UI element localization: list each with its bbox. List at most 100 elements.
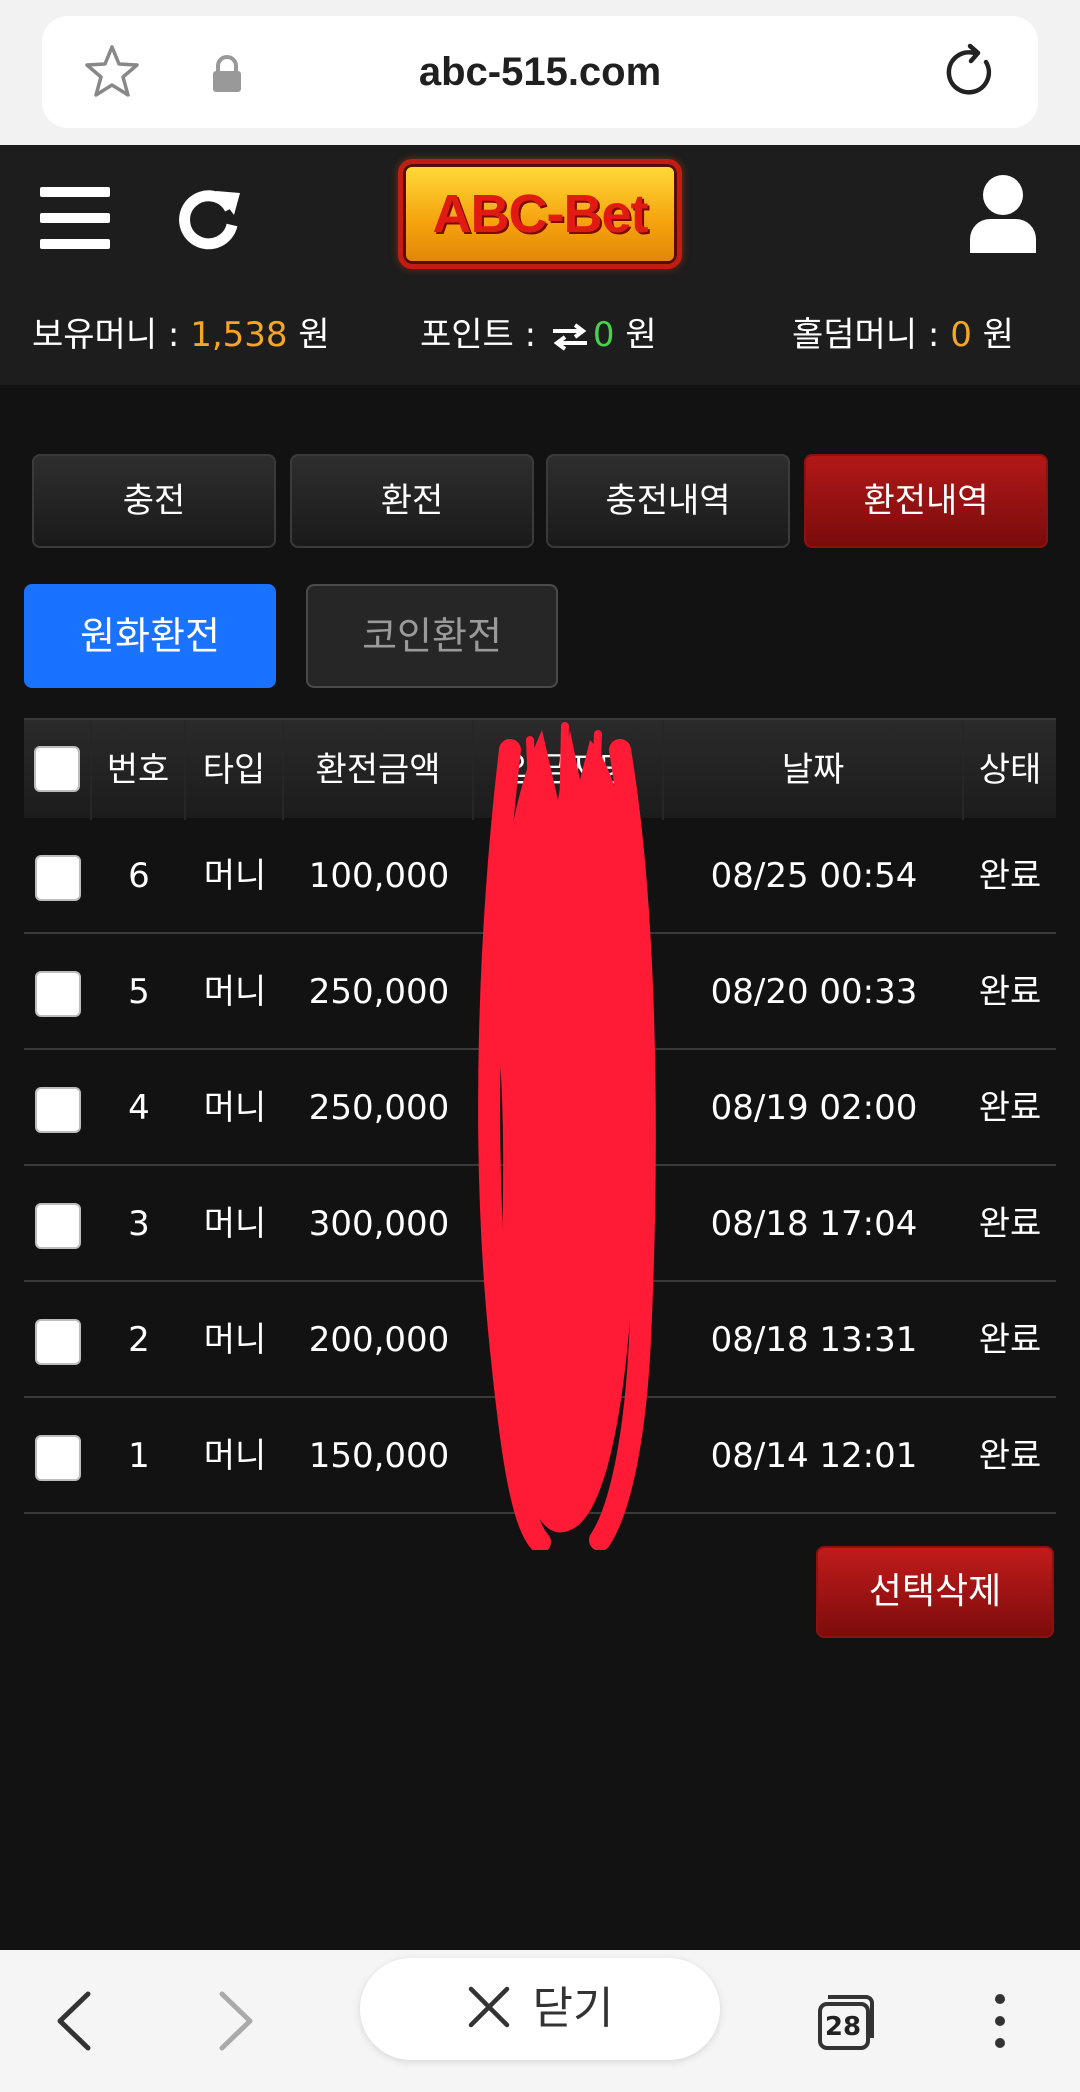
- row-num: 5: [128, 972, 150, 1012]
- site-logo[interactable]: ABC-Bet: [398, 159, 682, 269]
- row-status: 완료: [978, 1436, 1042, 1476]
- money-label: 보유머니 :: [32, 315, 191, 355]
- row-checkbox[interactable]: [35, 1318, 81, 1365]
- money-balance: 보유머니 : 1,538 원: [32, 305, 330, 365]
- table-header: 번호 타입 환전금액 입금자명 날짜 상태: [24, 718, 1056, 820]
- table-row: 4 머니 250,000 08/19 02:00 완료: [24, 1050, 1056, 1166]
- row-status: 완료: [978, 1088, 1042, 1128]
- row-check-cell: [24, 1398, 92, 1514]
- table-row: 5 머니 250,000 08/20 00:33 완료: [24, 934, 1056, 1050]
- url-text[interactable]: abc-515.com: [42, 16, 1038, 128]
- header-type: 타입: [186, 720, 284, 820]
- hamburger-icon[interactable]: [40, 187, 110, 249]
- row-date: 08/25 00:54: [710, 856, 918, 896]
- row-date: 08/14 12:01: [710, 1436, 918, 1476]
- row-status: 완료: [978, 1204, 1042, 1244]
- row-date: 08/19 02:00: [710, 1088, 918, 1128]
- row-amount: 250,000: [308, 972, 450, 1012]
- row-amount: 150,000: [308, 1436, 450, 1476]
- select-all-cell: [24, 720, 92, 820]
- point-value: 0: [592, 315, 615, 355]
- row-type: 머니: [203, 1088, 267, 1128]
- select-all-checkbox[interactable]: [34, 745, 80, 792]
- chevron-left-icon[interactable]: [52, 1990, 98, 2052]
- site-header: ABC-Bet 보유머니 : 1,538 원 포인트 : 0 원 홀덤머니 : …: [0, 145, 1080, 385]
- row-amount: 100,000: [308, 856, 450, 896]
- swap-icon[interactable]: [551, 322, 589, 351]
- row-amount: 250,000: [308, 1088, 450, 1128]
- table-row: 1 머니 150,000 08/14 12:01 완료: [24, 1398, 1056, 1514]
- row-num: 4: [128, 1088, 150, 1128]
- tab-count: 28: [824, 2012, 862, 2042]
- header-num: 번호: [92, 720, 186, 820]
- table-row: 6 머니 100,000 08/25 00:54 완료: [24, 818, 1056, 934]
- row-check-cell: [24, 1050, 92, 1166]
- row-type: 머니: [203, 1320, 267, 1360]
- delete-selected-button[interactable]: 선택삭제: [816, 1546, 1054, 1638]
- user-icon[interactable]: [968, 173, 1038, 253]
- row-amount: 300,000: [308, 1204, 450, 1244]
- header-depositor-name: 입금자명: [474, 720, 664, 820]
- tabs-icon[interactable]: 28: [816, 1992, 876, 2052]
- row-checkbox[interactable]: [35, 1434, 81, 1481]
- subtab-krw-withdraw[interactable]: 원화환전: [24, 584, 276, 688]
- row-amount: 200,000: [308, 1320, 450, 1360]
- tab-deposit-history[interactable]: 충전내역: [546, 454, 790, 548]
- row-type: 머니: [203, 1204, 267, 1244]
- row-num: 2: [128, 1320, 150, 1360]
- row-status: 완료: [978, 972, 1042, 1012]
- row-check-cell: [24, 934, 92, 1050]
- row-checkbox[interactable]: [35, 970, 81, 1017]
- row-num: 1: [128, 1436, 150, 1476]
- withdraw-history-table: 번호 타입 환전금액 입금자명 날짜 상태 6 머니 100,000 08/25…: [24, 718, 1056, 1514]
- row-date: 08/18 13:31: [710, 1320, 918, 1360]
- table-row: 2 머니 200,000 08/18 13:31 완료: [24, 1282, 1056, 1398]
- money-value: 1,538: [190, 315, 288, 355]
- table-body: 6 머니 100,000 08/25 00:54 완료 5 머니 250,000…: [24, 818, 1056, 1514]
- point-label: 포인트 :: [420, 315, 547, 355]
- browser-url-bar: abc-515.com: [0, 0, 1080, 145]
- header-date: 날짜: [664, 720, 964, 820]
- row-depositor-name: [474, 1050, 664, 1166]
- close-label: 닫기: [532, 1983, 614, 2034]
- holdem-balance: 홀덤머니 : 0 원: [792, 305, 1014, 365]
- point-balance: 포인트 : 0 원: [420, 305, 657, 365]
- chevron-right-icon[interactable]: [212, 1990, 258, 2052]
- table-row: 3 머니 300,000 08/18 17:04 완료: [24, 1166, 1056, 1282]
- tab-deposit[interactable]: 충전: [32, 454, 276, 548]
- row-type: 머니: [203, 856, 267, 896]
- reload-icon[interactable]: [940, 42, 1000, 102]
- holdem-label: 홀덤머니 :: [792, 315, 951, 355]
- row-checkbox[interactable]: [35, 854, 81, 901]
- row-status: 완료: [978, 856, 1042, 896]
- header-status: 상태: [978, 750, 1042, 790]
- row-date: 08/20 00:33: [710, 972, 918, 1012]
- row-checkbox[interactable]: [35, 1086, 81, 1133]
- balance-row: 보유머니 : 1,538 원 포인트 : 0 원 홀덤머니 : 0 원: [0, 305, 1080, 365]
- row-type: 머니: [203, 1436, 267, 1476]
- row-depositor-name: [474, 1282, 664, 1398]
- row-depositor-name: [474, 1398, 664, 1514]
- row-depositor-name: [474, 934, 664, 1050]
- row-checkbox[interactable]: [35, 1202, 81, 1249]
- close-button[interactable]: 닫기: [360, 1958, 720, 2060]
- header-amount: 환전금액: [284, 720, 474, 820]
- tab-withdraw[interactable]: 환전: [290, 454, 534, 548]
- row-check-cell: [24, 1282, 92, 1398]
- row-num: 3: [128, 1204, 150, 1244]
- row-date: 08/18 17:04: [710, 1204, 918, 1244]
- row-depositor-name: [474, 1166, 664, 1282]
- more-vertical-icon[interactable]: [992, 1994, 1008, 2054]
- point-unit: 원: [614, 315, 657, 355]
- address-field[interactable]: abc-515.com: [42, 16, 1038, 128]
- tab-withdraw-history[interactable]: 환전내역: [804, 454, 1048, 548]
- browser-bottom-bar: 닫기 28: [0, 1950, 1080, 2092]
- holdem-value: 0: [950, 315, 972, 355]
- main-tabs: 충전 환전 충전내역 환전내역: [32, 454, 1048, 548]
- holdem-unit: 원: [971, 315, 1014, 355]
- row-depositor-name: [474, 818, 664, 934]
- refresh-icon[interactable]: [176, 185, 242, 251]
- row-type: 머니: [203, 972, 267, 1012]
- subtab-coin-withdraw[interactable]: 코인환전: [306, 584, 558, 688]
- row-num: 6: [128, 856, 150, 896]
